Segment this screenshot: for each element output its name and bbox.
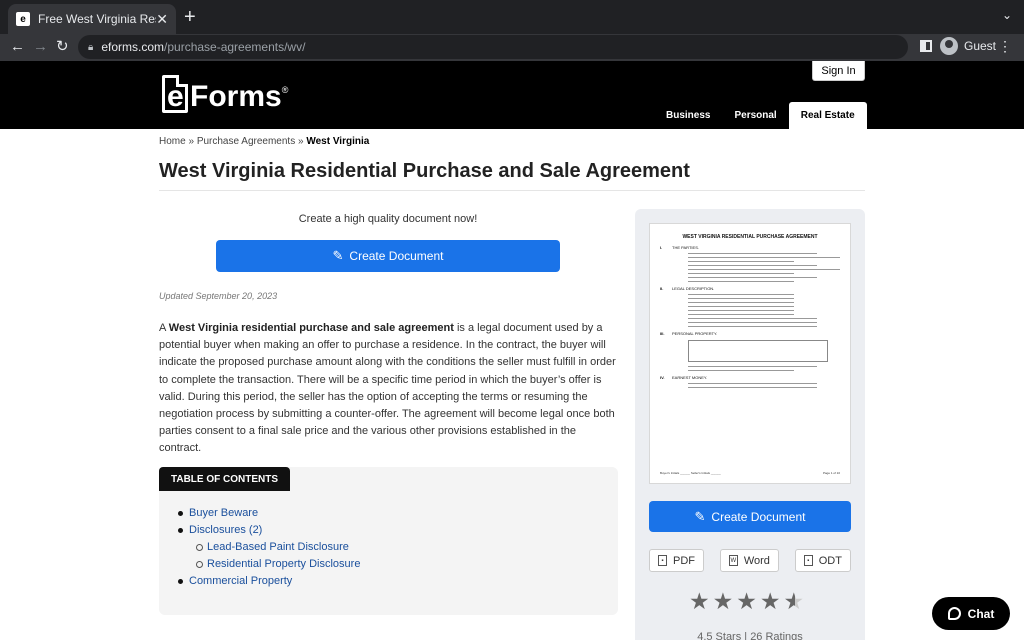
star-rating[interactable]: ★ ★ ★ ★ ★: [689, 589, 807, 613]
star-icon: ★: [759, 588, 781, 614]
document-logo-icon: e: [162, 75, 188, 113]
toc-item-disclosures[interactable]: Disclosures (2): [177, 522, 360, 539]
breadcrumb-current: West Virginia: [306, 136, 370, 147]
lock-icon: 🔒︎: [88, 41, 94, 53]
format-buttons: ▪ PDF W Word ▪ ODT: [649, 549, 851, 572]
updated-date: Updated September 20, 2023: [159, 291, 278, 301]
pdf-download-button[interactable]: ▪ PDF: [649, 549, 704, 572]
chat-button[interactable]: Chat: [932, 597, 1010, 630]
page-title: West Virginia Residential Purchase and S…: [159, 160, 690, 182]
nav-business[interactable]: Business: [654, 102, 722, 129]
profile-avatar-icon: [940, 37, 958, 55]
toc-header: TABLE OF CONTENTS: [159, 467, 291, 491]
star-icon: ★: [736, 588, 757, 614]
odt-download-button[interactable]: ▪ ODT: [794, 549, 851, 572]
sign-in-button[interactable]: Sign In: [812, 61, 865, 81]
main-nav: Business Personal Real Estate: [654, 102, 867, 129]
tab-title: Free West Virginia Residential: [38, 12, 156, 26]
browser-tab[interactable]: e Free West Virginia Residential ✕: [8, 4, 176, 34]
toc-list: Buyer Beware Disclosures (2) Lead-Based …: [177, 505, 360, 590]
reload-icon[interactable]: ↻: [56, 38, 69, 56]
back-arrow-icon[interactable]: ←: [10, 38, 25, 56]
site-header: e Forms ® Sign In Business Personal Real…: [0, 61, 1024, 129]
toc-item-residential-property-disclosure[interactable]: Residential Property Disclosure: [189, 556, 360, 573]
breadcrumb-home[interactable]: Home: [159, 136, 186, 147]
eforms-favicon-icon: e: [16, 12, 30, 26]
browser-toolbar: ← → ↻ 🔒︎ eforms.com/purchase-agreements/…: [0, 34, 1024, 61]
browser-menu-icon[interactable]: ⋮: [998, 38, 1012, 55]
pdf-file-icon: ▪: [658, 555, 667, 566]
rating-summary: 4.5 Stars | 26 Ratings: [697, 631, 803, 640]
word-download-button[interactable]: W Word: [719, 549, 779, 572]
cta-text: Create a high quality document now!: [298, 213, 478, 225]
address-url: eforms.com/purchase-agreements/wv/: [101, 40, 306, 54]
eforms-logo[interactable]: e Forms ®: [162, 75, 288, 113]
nav-personal[interactable]: Personal: [722, 102, 788, 129]
sidebar: WEST VIRGINIA RESIDENTIAL PURCHASE AGREE…: [635, 209, 865, 640]
intro-paragraph: A West Virginia residential purchase and…: [159, 322, 616, 455]
pencil-icon: ✎: [332, 248, 344, 263]
breadcrumb: Home » Purchase Agreements » West Virgin…: [159, 136, 370, 147]
table-of-contents: TABLE OF CONTENTS Buyer Beware Disclosur…: [159, 467, 618, 615]
pencil-icon: ✎: [694, 508, 706, 524]
nav-real-estate[interactable]: Real Estate: [788, 102, 867, 129]
document-preview[interactable]: WEST VIRGINIA RESIDENTIAL PURCHASE AGREE…: [649, 223, 851, 484]
new-tab-icon[interactable]: +: [184, 6, 196, 28]
browser-tab-bar: e Free West Virginia Residential ✕ + ⌄: [0, 0, 1024, 34]
side-panel-icon[interactable]: [920, 40, 932, 52]
star-icon: ★: [689, 588, 710, 614]
create-document-button[interactable]: ✎ Create Document: [216, 240, 560, 272]
address-bar[interactable]: 🔒︎ eforms.com/purchase-agreements/wv/: [78, 35, 908, 59]
toc-item-buyer-beware[interactable]: Buyer Beware: [177, 505, 360, 522]
profile-button[interactable]: Guest: [940, 37, 996, 55]
forward-arrow-icon[interactable]: →: [33, 38, 48, 56]
word-file-icon: W: [728, 555, 738, 566]
chat-bubble-icon: [947, 607, 961, 620]
tab-close-icon[interactable]: ✕: [156, 11, 168, 28]
toc-item-lead-based-paint[interactable]: Lead-Based Paint Disclosure: [189, 539, 360, 556]
half-star-icon: ★: [783, 588, 805, 614]
odt-file-icon: ▪: [803, 555, 813, 566]
breadcrumb-purchase-agreements[interactable]: Purchase Agreements: [197, 136, 295, 147]
star-icon: ★: [712, 588, 734, 614]
profile-label: Guest: [964, 39, 997, 53]
toc-item-commercial-property[interactable]: Commercial Property: [177, 573, 360, 590]
title-divider: [159, 190, 865, 191]
sidebar-create-document-button[interactable]: ✎ Create Document: [649, 501, 851, 532]
tab-search-chevron-icon[interactable]: ⌄: [1002, 8, 1012, 22]
